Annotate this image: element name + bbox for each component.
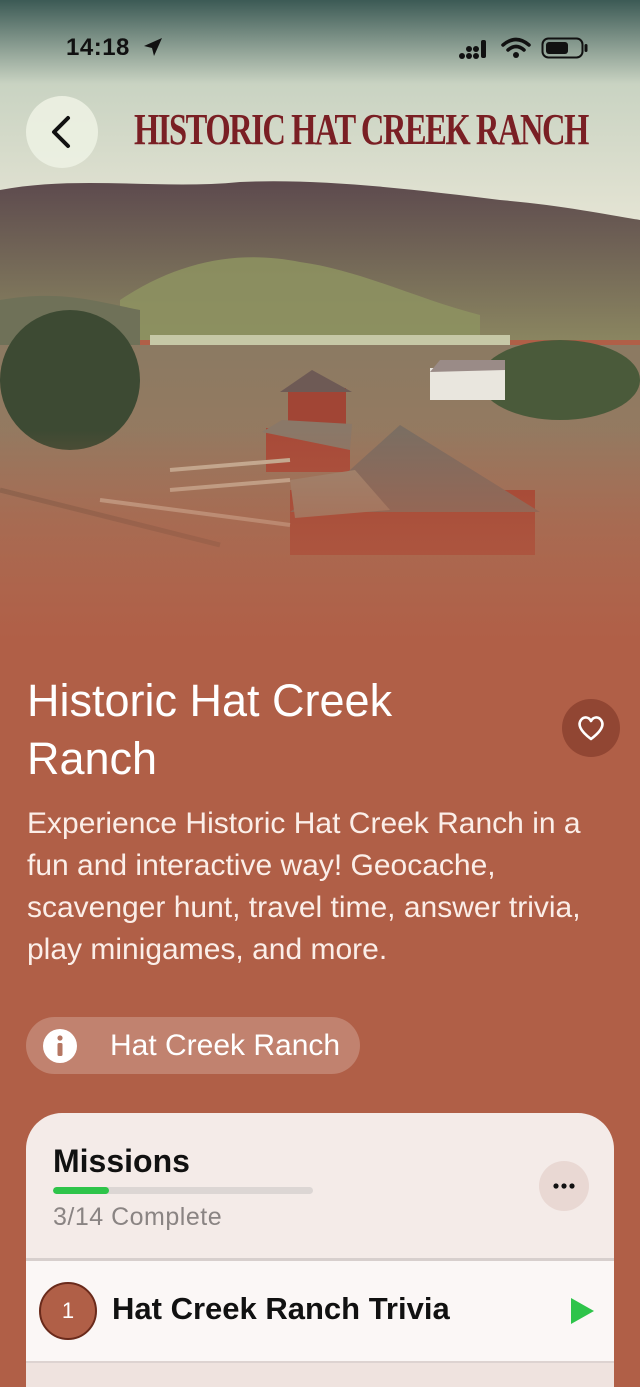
missions-progress-text: 3/14 Complete xyxy=(53,1203,223,1231)
status-time: 14:18 xyxy=(66,34,130,61)
favorite-button[interactable] xyxy=(562,699,620,757)
chevron-left-icon xyxy=(52,116,70,148)
page-title: Historic Hat Creek Ranch xyxy=(27,675,393,784)
info-icon xyxy=(43,1028,77,1063)
mission-name: Hat Creek Ranch Trivia xyxy=(112,1291,450,1326)
wifi-icon xyxy=(501,37,531,58)
mission-row[interactable]: 1 Hat Creek Ranch Trivia xyxy=(26,1261,614,1361)
ranch-logo: HISTORIC HAT CREEK RANCH xyxy=(134,105,589,154)
play-icon[interactable] xyxy=(568,1296,596,1326)
hero-image xyxy=(0,0,640,640)
mission-number-badge: 1 xyxy=(39,1282,97,1340)
status-bar: 14:18 xyxy=(0,0,640,96)
heart-outline-icon xyxy=(578,716,604,741)
missions-progress-fill xyxy=(53,1187,109,1194)
missions-progress-bar xyxy=(53,1187,313,1194)
hero-fade-overlay xyxy=(0,430,640,640)
location-arrow-icon xyxy=(144,38,162,56)
mission-row-next[interactable] xyxy=(26,1363,614,1387)
description: Experience Historic Hat Creek Ranch in a… xyxy=(27,807,581,966)
battery-icon xyxy=(541,37,588,59)
location-chip[interactable]: Hat Creek Ranch xyxy=(26,1017,360,1074)
location-chip-label: Hat Creek Ranch xyxy=(110,1028,341,1062)
back-button[interactable] xyxy=(26,96,98,168)
ellipsis-icon xyxy=(553,1183,575,1189)
more-options-button[interactable] xyxy=(539,1161,589,1211)
cellular-signal-icon xyxy=(459,40,486,59)
missions-card: Missions 3/14 Complete 1 Hat Creek Ranch… xyxy=(26,1113,614,1387)
missions-title: Missions xyxy=(53,1143,190,1179)
